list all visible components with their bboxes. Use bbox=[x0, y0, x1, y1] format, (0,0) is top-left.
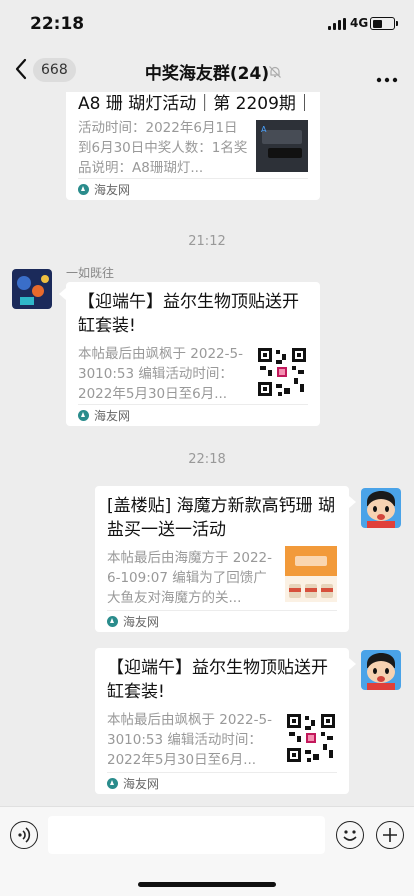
nav-bar: 668 中奖海友群(24) bbox=[0, 48, 414, 92]
qr-code-thumbnail bbox=[256, 346, 308, 398]
card-source: 海友网 bbox=[78, 181, 130, 198]
source-logo-icon bbox=[107, 616, 118, 627]
mute-icon bbox=[268, 64, 282, 83]
plus-icon bbox=[383, 828, 397, 842]
bubble-tail bbox=[59, 288, 66, 300]
more-options-button[interactable] bbox=[376, 68, 398, 87]
source-logo-icon bbox=[107, 778, 118, 789]
card-source: 海友网 bbox=[78, 407, 130, 424]
timestamp: 22:18 bbox=[188, 452, 226, 467]
avatar[interactable] bbox=[12, 269, 52, 309]
link-card-message[interactable]: [盖楼贴] 海魔方新款高钙珊 瑚盐买一送一活动 本帖最后由海魔方于 2022-6… bbox=[95, 486, 349, 632]
card-divider bbox=[78, 178, 308, 179]
link-card-message[interactable]: 【迎端午】益尔生物顶贴送开缸套装! 本帖最后由飒枫于 2022-5-3010:5… bbox=[95, 648, 349, 794]
emoji-icon bbox=[343, 830, 357, 841]
status-time: 22:18 bbox=[30, 14, 85, 34]
link-card-message[interactable]: 【迎端午】益尔生物顶贴送开缸套装! 本帖最后由飒枫于 2022-5-3010:5… bbox=[66, 282, 320, 426]
avatar[interactable] bbox=[361, 488, 401, 528]
source-logo-icon bbox=[78, 184, 89, 195]
chat-area[interactable]: A8 珊 瑚灯活动｜第 2209期｜ 活动时间：2022年6月1日到6月30日中… bbox=[0, 92, 414, 806]
home-indicator bbox=[138, 882, 276, 887]
chat-title: 中奖海友群(24) bbox=[144, 64, 270, 84]
card-title: [盖楼贴] 海魔方新款高钙珊 瑚盐买一送一活动 bbox=[107, 496, 336, 540]
card-title: A8 珊 瑚灯活动｜第 2209期｜ bbox=[78, 94, 308, 114]
link-card-message[interactable]: A8 珊 瑚灯活动｜第 2209期｜ 活动时间：2022年6月1日到6月30日中… bbox=[66, 92, 320, 200]
qr-code-thumbnail bbox=[285, 712, 337, 764]
card-description: 本帖最后由飒枫于 2022-5-3010:53 编辑活动时间：2022年5月30… bbox=[78, 346, 243, 402]
message-input[interactable] bbox=[48, 816, 325, 854]
bubble-tail bbox=[349, 658, 356, 670]
card-thumbnail bbox=[285, 546, 337, 602]
card-description: 活动时间：2022年6月1日到6月30日中奖人数：1名奖品说明：A8珊瑚灯... bbox=[78, 120, 248, 176]
card-source: 海友网 bbox=[107, 613, 159, 630]
avatar[interactable] bbox=[361, 650, 401, 690]
battery-icon bbox=[370, 17, 398, 30]
bubble-tail bbox=[349, 496, 356, 508]
ellipsis-icon bbox=[376, 77, 398, 83]
more-functions-button[interactable] bbox=[376, 821, 404, 849]
card-divider bbox=[107, 610, 337, 611]
emoji-button[interactable] bbox=[336, 821, 364, 849]
card-divider bbox=[107, 772, 337, 773]
qr-code-icon bbox=[256, 346, 308, 398]
qr-code-icon bbox=[285, 712, 337, 764]
sender-name: 一如既往 bbox=[66, 266, 115, 280]
card-title: 【迎端午】益尔生物顶贴送开缸套装! bbox=[78, 292, 299, 336]
svg-text:A: A bbox=[261, 125, 267, 134]
card-thumbnail: A bbox=[256, 120, 308, 172]
card-description: 本帖最后由海魔方于 2022-6-109:07 编辑为了回馈广大鱼友对海魔方的关… bbox=[107, 550, 273, 606]
card-title: 【迎端午】益尔生物顶贴送开缸套装! bbox=[107, 658, 328, 702]
source-logo-icon bbox=[78, 410, 89, 421]
timestamp: 21:12 bbox=[188, 234, 226, 249]
card-source: 海友网 bbox=[107, 775, 159, 792]
card-description: 本帖最后由飒枫于 2022-5-3010:53 编辑活动时间：2022年5月30… bbox=[107, 712, 272, 768]
voice-icon bbox=[18, 827, 31, 843]
network-type: 4G bbox=[350, 16, 369, 30]
signal-icon bbox=[328, 18, 346, 30]
voice-input-button[interactable] bbox=[10, 821, 38, 849]
status-bar: 22:18 4G bbox=[0, 0, 414, 48]
card-divider bbox=[78, 404, 308, 405]
